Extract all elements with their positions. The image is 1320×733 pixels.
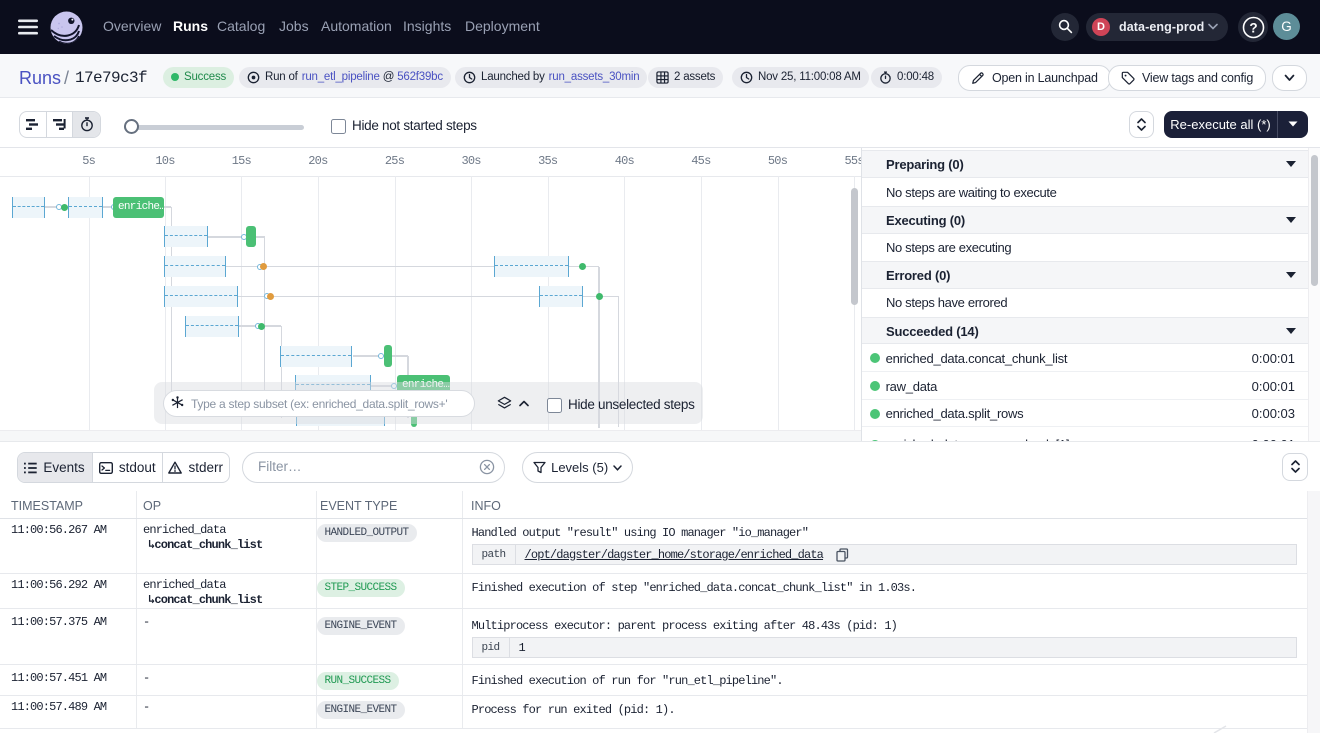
svg-text:?: ? bbox=[1249, 20, 1257, 35]
